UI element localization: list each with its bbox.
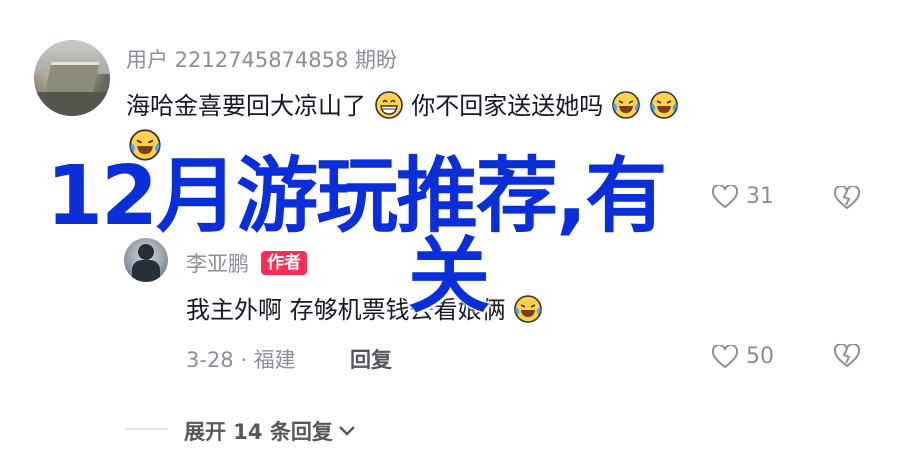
reply-like-button[interactable]: 50 — [712, 344, 774, 369]
broken-heart-icon[interactable] — [834, 344, 860, 368]
author-badge: 作者 — [261, 251, 307, 275]
heart-outline-icon — [712, 344, 738, 368]
grinning-emoji-icon — [374, 91, 403, 119]
commenter-name[interactable]: 用户 2212745874858 期盼 — [126, 44, 397, 74]
comment-like-count: 31 — [746, 184, 774, 209]
comment-like-button[interactable]: 31 — [712, 184, 774, 209]
overlay-title-line1: 12月游玩推荐,有 — [46, 149, 667, 244]
expand-divider — [126, 428, 168, 430]
reply-header: 李亚鹏 作者 — [186, 248, 307, 278]
comment-text: 海哈金喜要回大凉山了 你不回家送送她吗 — [126, 86, 679, 121]
heart-outline-icon — [712, 184, 738, 208]
overlay-title-line2: 关 — [408, 229, 490, 324]
comment-text-part-2: 你不回家送送她吗 — [411, 92, 604, 120]
reply-date-location: 3-28 · 福建 — [186, 348, 296, 372]
chevron-down-icon — [339, 426, 355, 436]
reply-text: 我主外啊 存够机票钱去看娘俩 — [186, 290, 543, 325]
expand-replies-label: 展开 14 条回复 — [184, 420, 333, 444]
tears-of-joy-emoji-icon — [514, 295, 543, 323]
reply-like-count: 50 — [746, 344, 774, 369]
reply-avatar[interactable] — [124, 238, 168, 282]
tears-of-joy-emoji-icon — [649, 91, 678, 119]
reply-button[interactable]: 回复 — [350, 344, 392, 374]
comment-text-part-1: 海哈金喜要回大凉山了 — [126, 92, 366, 120]
tears-of-joy-emoji-icon — [612, 91, 640, 119]
broken-heart-icon[interactable] — [834, 186, 860, 210]
expand-replies-button[interactable]: 展开 14 条回复 — [184, 416, 357, 446]
commenter-avatar[interactable] — [34, 40, 110, 116]
reply-author-name[interactable]: 李亚鹏 — [186, 248, 249, 278]
